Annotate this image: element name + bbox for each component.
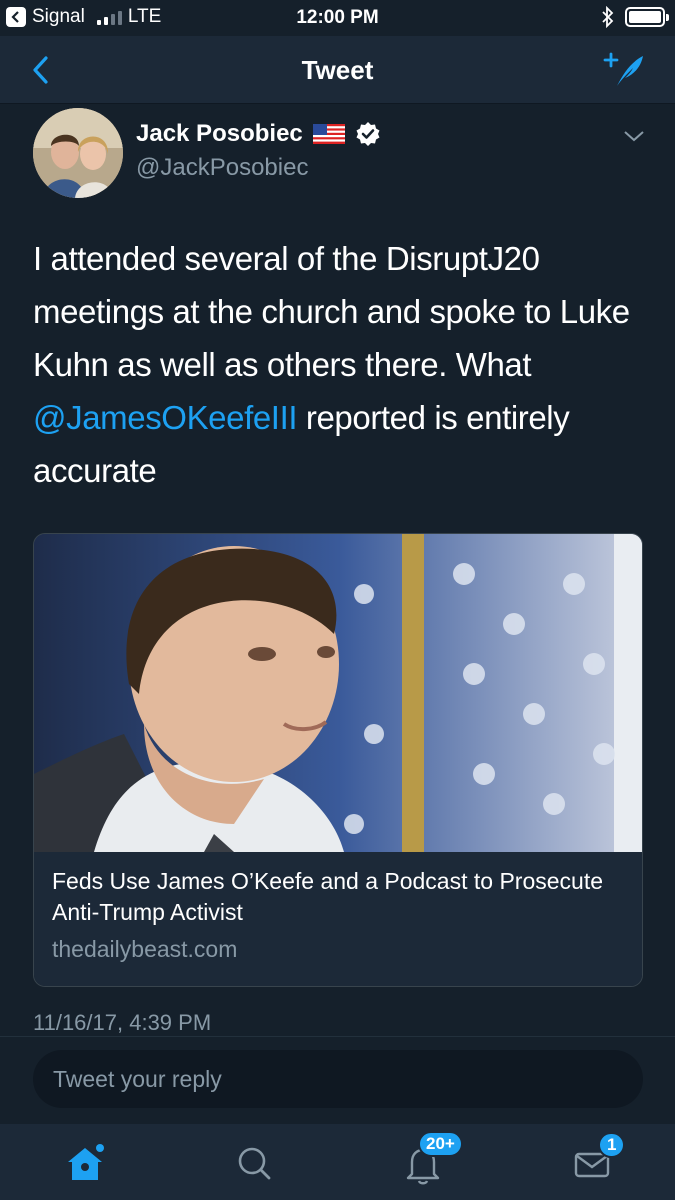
reply-bar: Tweet your reply xyxy=(0,1036,675,1124)
tweet-timestamp: 11/16/17, 4:39 PM xyxy=(33,1010,212,1035)
avatar[interactable] xyxy=(33,108,123,198)
clock: 12:00 PM xyxy=(296,7,379,28)
author-handle[interactable]: @JackPosobiec xyxy=(136,154,308,182)
tweet-text-part: I attended several of the DisruptJ20 mee… xyxy=(33,240,630,383)
card-title: Feds Use James O’Keefe and a Podcast to … xyxy=(52,868,604,925)
mention-link[interactable]: @JamesOKeefeIII xyxy=(33,399,298,436)
search-icon xyxy=(238,1147,271,1180)
author-row: Jack Posobiec xyxy=(136,120,381,148)
card-image xyxy=(34,534,642,852)
chevron-down-icon[interactable] xyxy=(623,128,645,144)
reply-input[interactable]: Tweet your reply xyxy=(33,1050,643,1108)
card-body: Feds Use James O’Keefe and a Podcast to … xyxy=(34,852,642,986)
tab-search[interactable] xyxy=(229,1138,279,1188)
compose-tweet-button[interactable] xyxy=(603,50,647,90)
verified-badge-icon xyxy=(356,122,380,146)
link-card[interactable]: Feds Use James O’Keefe and a Podcast to … xyxy=(33,533,643,987)
bluetooth-icon xyxy=(602,6,614,28)
nav-bar: Tweet xyxy=(0,36,675,104)
battery-icon xyxy=(625,7,669,27)
compose-feather-icon xyxy=(603,52,643,86)
messages-badge: 1 xyxy=(598,1132,626,1158)
tweet-text: I attended several of the DisruptJ20 mee… xyxy=(33,232,653,497)
author-display-name[interactable]: Jack Posobiec xyxy=(136,120,303,148)
us-flag-icon xyxy=(312,124,345,144)
tab-home[interactable] xyxy=(60,1138,110,1188)
tab-bar: 20+ 1 xyxy=(0,1124,675,1200)
card-domain: thedailybeast.com xyxy=(52,936,238,962)
home-icon xyxy=(68,1144,104,1180)
notifications-badge: 20+ xyxy=(418,1131,463,1157)
status-right xyxy=(601,6,669,28)
status-bar: Signal LTE 12:00 PM xyxy=(0,0,675,36)
page-title: Tweet xyxy=(301,55,374,85)
